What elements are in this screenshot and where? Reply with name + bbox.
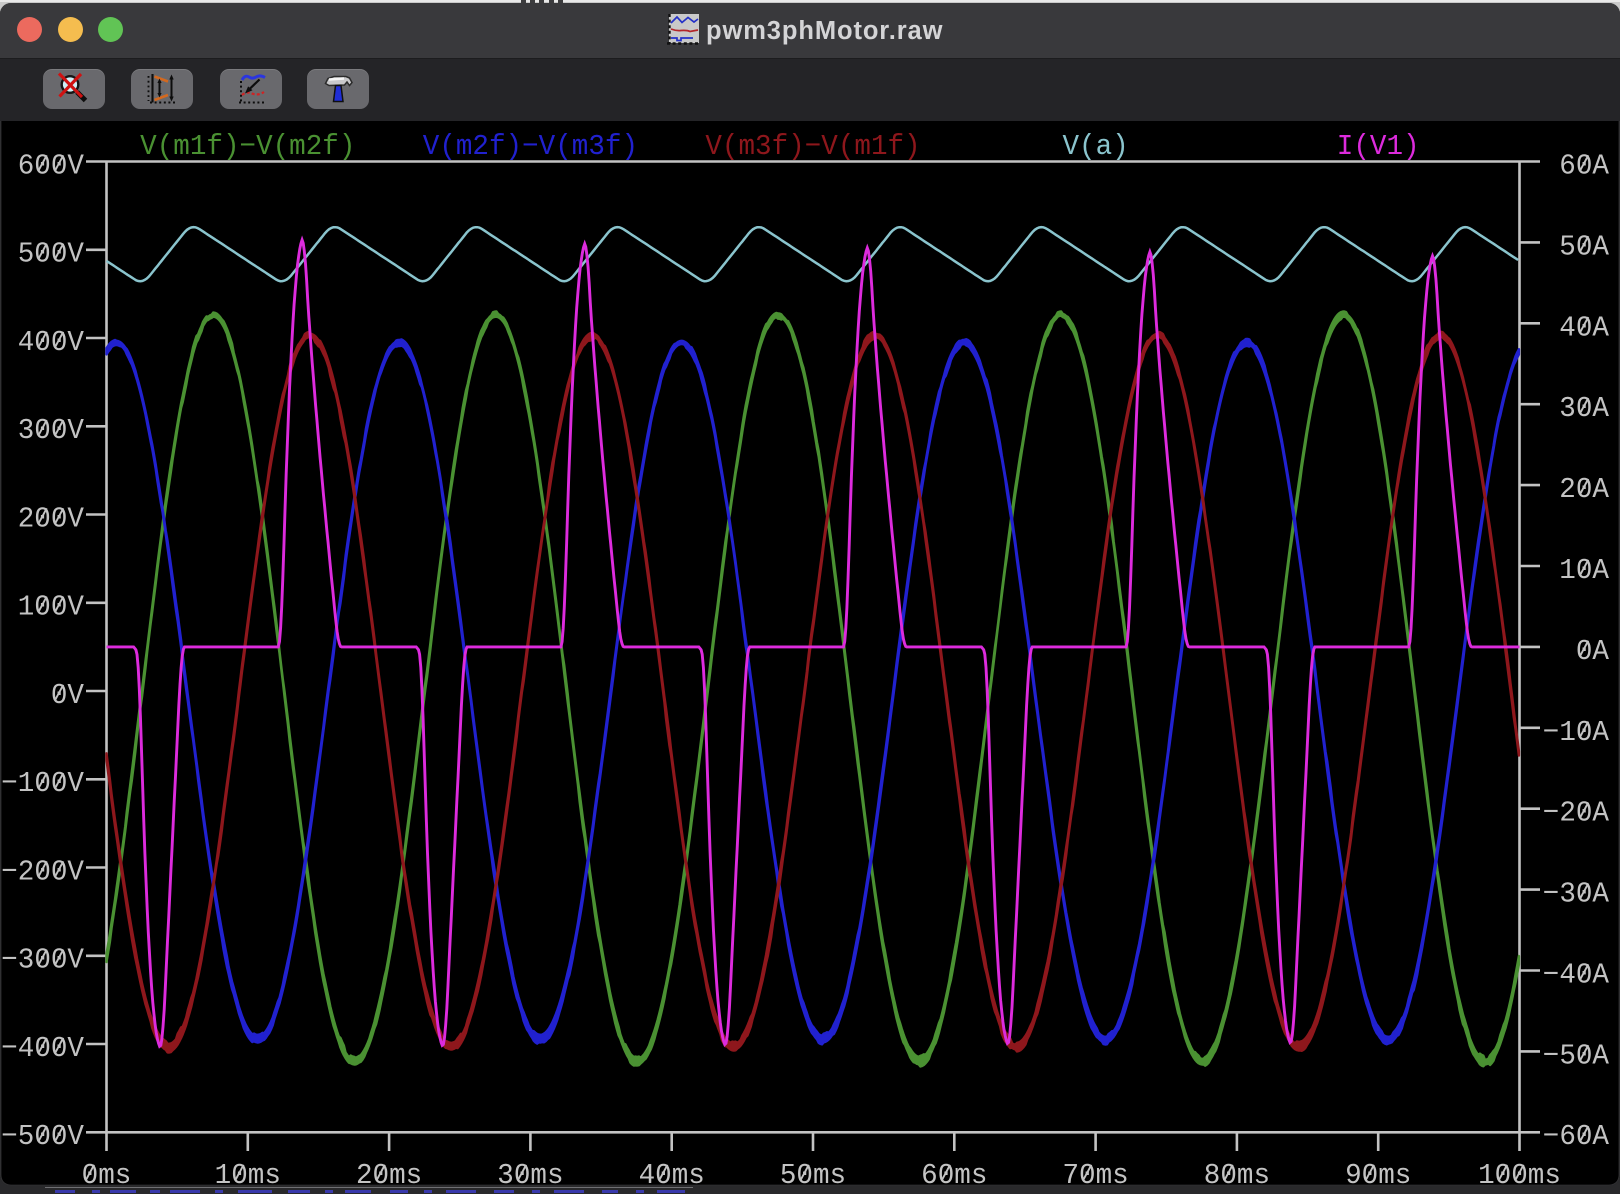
svg-text:400V: 400V — [18, 325, 84, 359]
svg-text:V(m1f)−V(m2f): V(m1f)−V(m2f) — [140, 129, 355, 163]
svg-text:V(m3f)−V(m1f): V(m3f)−V(m1f) — [705, 129, 920, 163]
svg-text:100ms: 100ms — [1478, 1158, 1561, 1192]
svg-text:70ms: 70ms — [1062, 1158, 1128, 1192]
svg-text:10ms: 10ms — [215, 1158, 281, 1192]
svg-text:20A: 20A — [1559, 472, 1609, 506]
svg-text:200V: 200V — [18, 502, 84, 536]
svg-text:−60A: −60A — [1543, 1120, 1609, 1154]
svg-text:0A: 0A — [1576, 634, 1609, 668]
svg-text:60A: 60A — [1559, 149, 1609, 183]
svg-text:I(V1): I(V1) — [1337, 129, 1420, 163]
svg-text:V(a): V(a) — [1062, 129, 1128, 163]
svg-text:50ms: 50ms — [780, 1158, 846, 1192]
svg-text:50A: 50A — [1559, 230, 1609, 264]
svg-text:−300V: −300V — [1, 943, 84, 977]
svg-text:300V: 300V — [18, 414, 84, 448]
svg-text:20ms: 20ms — [356, 1158, 422, 1192]
svg-text:40A: 40A — [1559, 311, 1609, 345]
svg-text:−500V: −500V — [1, 1120, 84, 1154]
svg-text:0V: 0V — [51, 678, 84, 712]
svg-text:−40A: −40A — [1543, 958, 1609, 992]
svg-text:−200V: −200V — [1, 855, 84, 889]
svg-text:40ms: 40ms — [639, 1158, 705, 1192]
svg-text:100V: 100V — [18, 590, 84, 624]
svg-text:30ms: 30ms — [497, 1158, 563, 1192]
svg-text:−100V: −100V — [1, 767, 84, 801]
svg-text:−50A: −50A — [1543, 1039, 1609, 1073]
svg-text:90ms: 90ms — [1345, 1158, 1411, 1192]
svg-text:600V: 600V — [18, 149, 84, 183]
svg-text:−20A: −20A — [1543, 796, 1609, 830]
svg-text:80ms: 80ms — [1204, 1158, 1270, 1192]
svg-text:−10A: −10A — [1543, 715, 1609, 749]
svg-text:60ms: 60ms — [921, 1158, 987, 1192]
svg-text:−400V: −400V — [1, 1031, 84, 1065]
svg-text:500V: 500V — [18, 237, 84, 271]
svg-text:V(m2f)−V(m3f): V(m2f)−V(m3f) — [423, 129, 638, 163]
svg-text:10A: 10A — [1559, 553, 1609, 587]
svg-text:30A: 30A — [1559, 392, 1609, 426]
svg-text:−30A: −30A — [1543, 877, 1609, 911]
